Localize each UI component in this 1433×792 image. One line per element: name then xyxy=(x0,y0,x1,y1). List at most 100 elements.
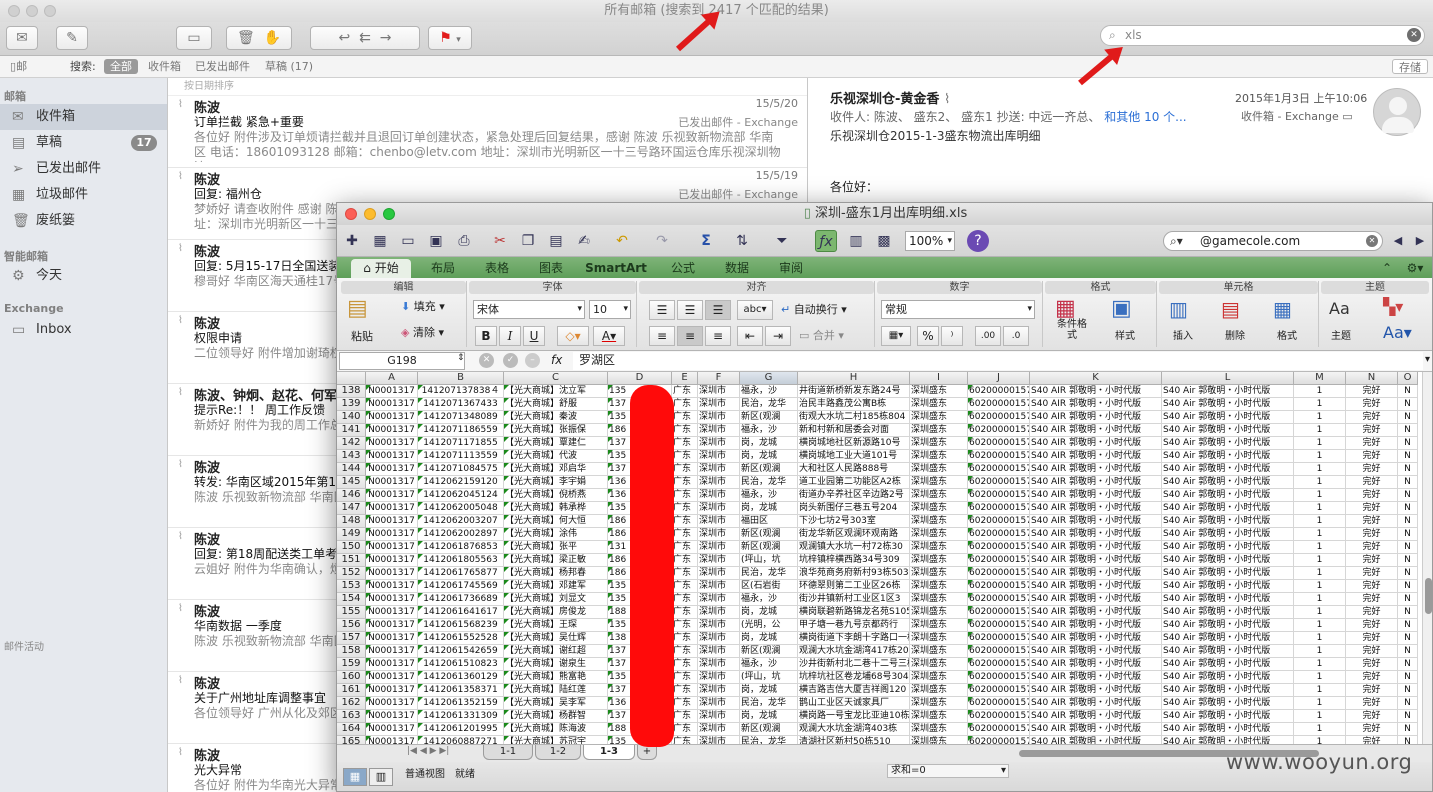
confirm-entry-icon[interactable]: ✓ xyxy=(503,353,518,368)
cell-k[interactable]: S40 AIR 郭敬明・小时代版 xyxy=(1030,697,1162,710)
sidebar-item-today[interactable]: ⚙ 今天 xyxy=(0,263,167,289)
undo-icon[interactable]: ↶ xyxy=(611,230,633,252)
cell-o[interactable]: N xyxy=(1398,567,1418,580)
cell-i[interactable]: 深圳盛东 xyxy=(910,593,968,606)
font-name-select[interactable]: 宋体 ▾ xyxy=(473,300,585,319)
cell-e[interactable]: 广东 xyxy=(672,697,698,710)
help-icon[interactable]: ? xyxy=(967,230,989,252)
cell-m[interactable]: 1 xyxy=(1294,567,1346,580)
mail-search-input[interactable]: ⌕ xls ✕ xyxy=(1100,25,1425,46)
cell-g[interactable]: 民治，龙华 xyxy=(740,567,798,580)
cell-n[interactable]: 完好 xyxy=(1346,710,1398,723)
row-header[interactable]: 164 xyxy=(337,723,366,736)
currency-button[interactable]: ▦▾ xyxy=(881,326,911,346)
cell-c[interactable]: 【光大商城】杨邦春 xyxy=(504,567,608,580)
sum-readout[interactable]: 求和=0 ▾ xyxy=(887,764,1009,778)
cell-n[interactable]: 完好 xyxy=(1346,554,1398,567)
column-header-b[interactable]: B xyxy=(418,372,504,385)
cell-f[interactable]: 深圳市 xyxy=(698,463,740,476)
paste-icon[interactable]: ▤ xyxy=(545,230,567,252)
cell-b[interactable]: 1412071113559 xyxy=(418,450,504,463)
cell-m[interactable]: 1 xyxy=(1294,385,1346,398)
more-recipients-link[interactable]: 和其他 10 个... xyxy=(1104,110,1186,124)
row-header[interactable]: 151 xyxy=(337,554,366,567)
conditional-format-icon[interactable]: ▦ xyxy=(1055,298,1076,320)
tab-review[interactable]: 审阅 xyxy=(769,259,813,278)
font-size-select[interactable]: 10 ▾ xyxy=(589,300,631,319)
cell-j[interactable]: 602000001574 xyxy=(968,684,1030,697)
cell-k[interactable]: S40 AIR 郭敬明・小时代版 xyxy=(1030,710,1162,723)
cell-h[interactable]: 横吉路吉信大厦吉祥阁120 xyxy=(798,684,910,697)
row-header[interactable]: 159 xyxy=(337,658,366,671)
cell-f[interactable]: 深圳市 xyxy=(698,697,740,710)
minimize-window-button[interactable] xyxy=(364,208,376,220)
cell-g[interactable]: 岗，龙城 xyxy=(740,684,798,697)
row-header[interactable]: 142 xyxy=(337,437,366,450)
vertical-scroll-thumb[interactable] xyxy=(1425,578,1432,614)
cell-g[interactable]: 岗，龙城 xyxy=(740,632,798,645)
cell-a[interactable]: N0001317 xyxy=(366,502,418,515)
cell-f[interactable]: 深圳市 xyxy=(698,411,740,424)
reply-buttons[interactable]: ↩ ⇇ → xyxy=(310,26,420,50)
cell-l[interactable]: S40 Air 郭敬明・小时代版 xyxy=(1162,489,1294,502)
cell-g[interactable]: 福永，沙 xyxy=(740,658,798,671)
row-header[interactable]: 155 xyxy=(337,606,366,619)
scope-inbox[interactable]: 收件箱 xyxy=(148,56,181,78)
cell-o[interactable]: N xyxy=(1398,450,1418,463)
text-orientation-button[interactable]: abc▾ xyxy=(737,300,773,320)
cell-c[interactable]: 【光大商城】邓启华 xyxy=(504,463,608,476)
cell-l[interactable]: S40 Air 郭敬明・小时代版 xyxy=(1162,502,1294,515)
cell-g[interactable]: 新区(观澜 xyxy=(740,463,798,476)
cell-f[interactable]: 深圳市 xyxy=(698,424,740,437)
cell-f[interactable]: 深圳市 xyxy=(698,671,740,684)
cell-e[interactable]: 广东 xyxy=(672,736,698,744)
row-header[interactable]: 149 xyxy=(337,528,366,541)
close-window-button[interactable] xyxy=(8,5,20,17)
delete-junk-buttons[interactable]: 🗑 ✋ xyxy=(226,26,292,50)
cell-j[interactable]: 602000001574 xyxy=(968,489,1030,502)
cell-m[interactable]: 1 xyxy=(1294,554,1346,567)
cell-m[interactable]: 1 xyxy=(1294,476,1346,489)
cell-c[interactable]: 【光大商城】代波 xyxy=(504,450,608,463)
column-header-c[interactable]: C xyxy=(504,372,608,385)
scope-drafts[interactable]: 草稿 (17) xyxy=(265,56,313,78)
cell-l[interactable]: S40 Air 郭敬明・小时代版 xyxy=(1162,385,1294,398)
cell-a[interactable]: N0001317 xyxy=(366,619,418,632)
cell-e[interactable]: 广东 xyxy=(672,723,698,736)
zoom-window-button[interactable] xyxy=(383,208,395,220)
cell-b[interactable]: 1412061552528 xyxy=(418,632,504,645)
zoom-select[interactable]: 100% ▾ xyxy=(905,231,955,251)
cell-f[interactable]: 深圳市 xyxy=(698,385,740,398)
cell-l[interactable]: S40 Air 郭敬明・小时代版 xyxy=(1162,398,1294,411)
row-header[interactable]: 154 xyxy=(337,593,366,606)
row-header[interactable]: 145 xyxy=(337,476,366,489)
formula-builder-icon[interactable]: ƒx xyxy=(815,230,837,252)
align-right-button[interactable]: ≡ xyxy=(705,326,731,346)
cell-o[interactable]: N xyxy=(1398,658,1418,671)
cell-f[interactable]: 深圳市 xyxy=(698,502,740,515)
cell-j[interactable]: 602000001574 xyxy=(968,463,1030,476)
row-header[interactable]: 162 xyxy=(337,697,366,710)
fill-button[interactable]: ⬇ 填充 ▾ xyxy=(401,297,445,317)
cell-g[interactable]: 福永，沙 xyxy=(740,489,798,502)
cell-i[interactable]: 深圳盛东 xyxy=(910,411,968,424)
cell-b[interactable]: 1412061765877 xyxy=(418,567,504,580)
cell-h[interactable]: 甲子塘一巷九号京都药行 xyxy=(798,619,910,632)
cell-o[interactable]: N xyxy=(1398,463,1418,476)
cell-a[interactable]: N0001317 xyxy=(366,723,418,736)
cell-j[interactable]: 602000001574 xyxy=(968,645,1030,658)
cell-e[interactable]: 广东 xyxy=(672,437,698,450)
cell-h[interactable]: 街沙井镇新村工业区1区3 xyxy=(798,593,910,606)
row-header[interactable]: 148 xyxy=(337,515,366,528)
cell-c[interactable]: 【光大商城】韩承桦 xyxy=(504,502,608,515)
row-header[interactable]: 146 xyxy=(337,489,366,502)
sheet-search-input[interactable]: ⌕▾ @gamecole.com ✕ xyxy=(1163,231,1383,251)
cell-b[interactable]: 1412060887271 xyxy=(418,736,504,744)
cell-i[interactable]: 深圳盛东 xyxy=(910,528,968,541)
align-middle-button[interactable]: ☰ xyxy=(677,300,703,320)
cell-a[interactable]: N0001317 xyxy=(366,684,418,697)
cell-h[interactable]: 横岗路一号宝龙比亚迪10栋 xyxy=(798,710,910,723)
cell-k[interactable]: S40 AIR 郭敬明・小时代版 xyxy=(1030,658,1162,671)
cell-f[interactable]: 深圳市 xyxy=(698,658,740,671)
cell-g[interactable]: 民治，龙华 xyxy=(740,736,798,744)
